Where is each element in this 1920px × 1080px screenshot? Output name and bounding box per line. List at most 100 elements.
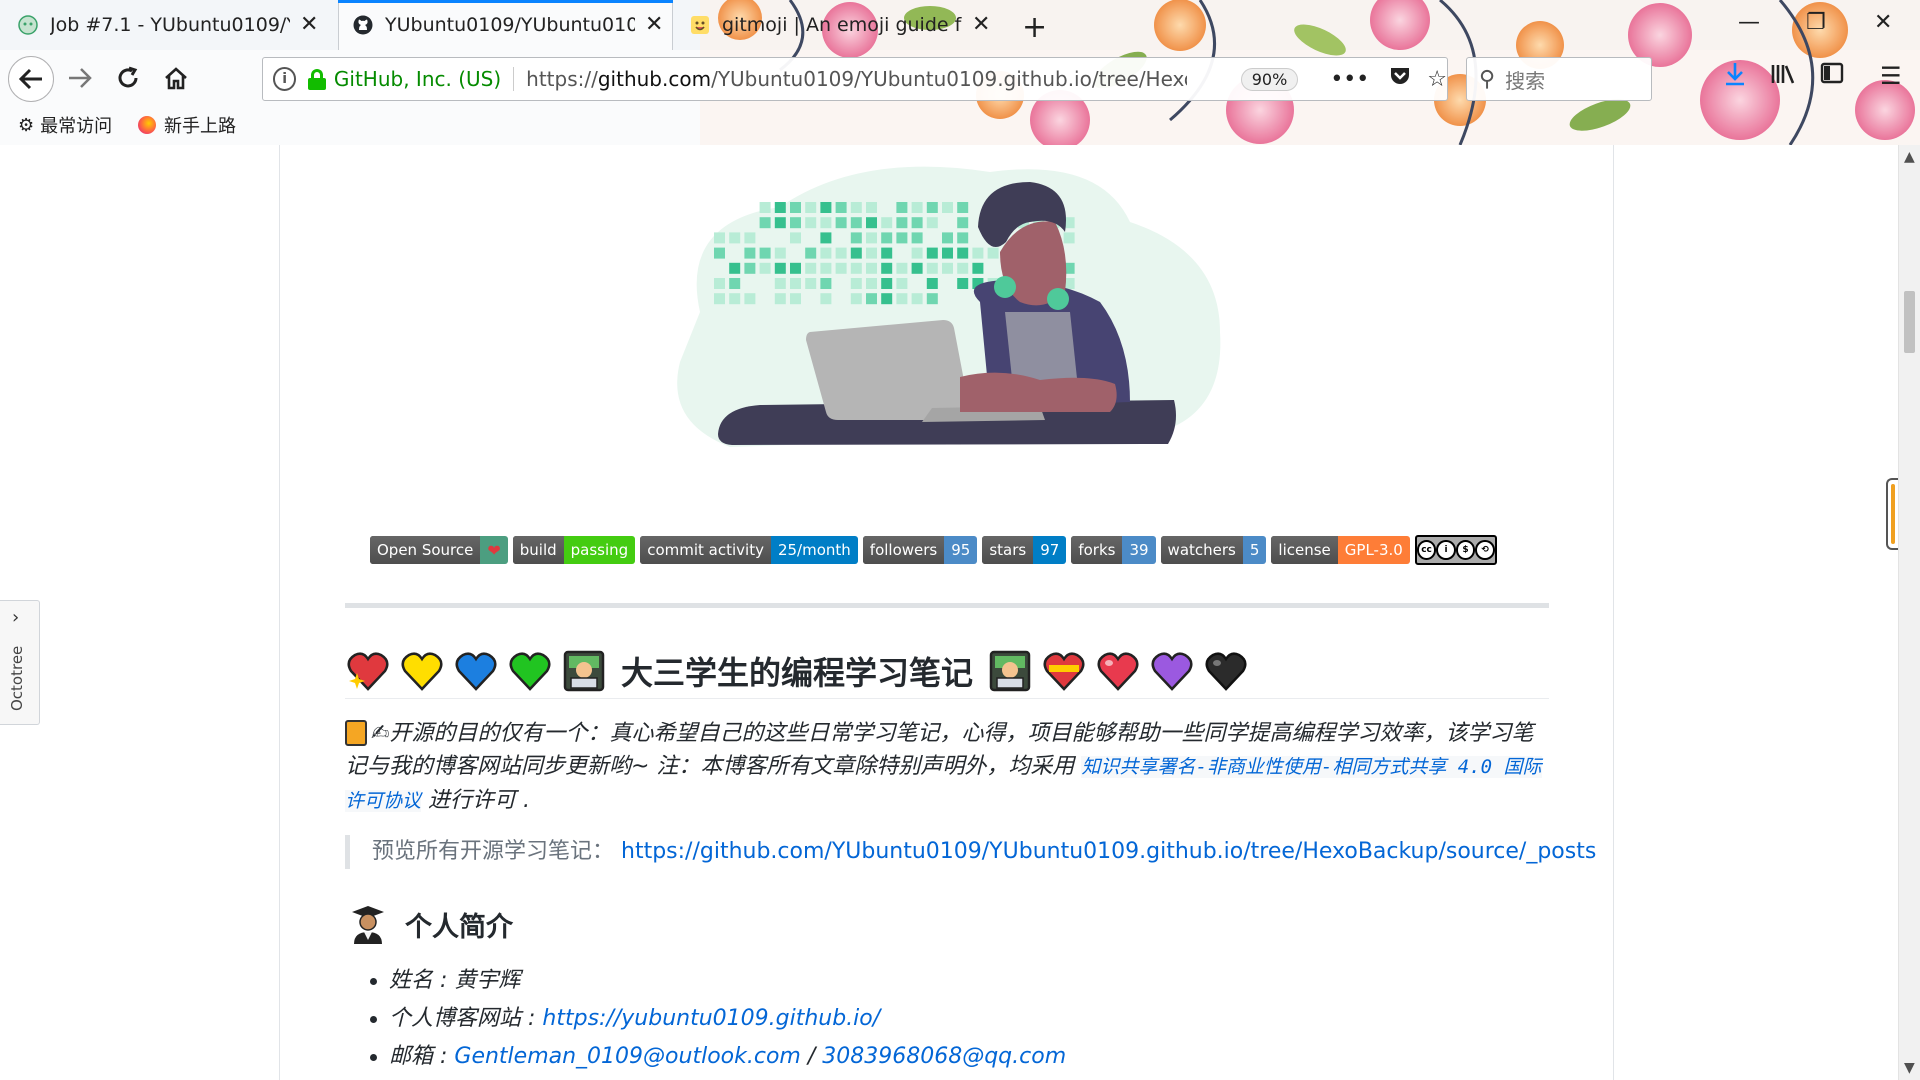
contribution-cell [835, 247, 847, 259]
contribution-cell [850, 202, 862, 213]
restore-window-icon[interactable]: ❐ [1806, 10, 1826, 35]
creative-commons-license-icon[interactable]: cc i $ ⟲ [1414, 535, 1497, 565]
forward-button[interactable] [62, 60, 98, 96]
site-info-icon[interactable]: i [273, 67, 297, 91]
badge-license[interactable]: license GPL-3.0 [1271, 536, 1410, 564]
contribution-cell [896, 232, 908, 244]
student-icon [345, 901, 391, 947]
profile-list: 姓名 : 黄宇辉 个人博客网站 : https://yubuntu0109.gi… [370, 962, 1066, 1076]
badge-value: ❤ [487, 540, 501, 560]
contribution-cell [790, 262, 801, 274]
programmer-illustration [677, 166, 1221, 447]
close-tab-icon[interactable]: ✕ [972, 14, 990, 36]
contribution-cell [774, 217, 786, 229]
downloads-icon[interactable] [1724, 62, 1746, 92]
contribution-cell [835, 262, 847, 274]
scroll-down-icon[interactable]: ▼ [1904, 1060, 1915, 1076]
octotree-label: Octotree [8, 645, 26, 711]
tab-github-repo[interactable]: YUbuntu0109/YUbuntu0109.github.io ✕ [338, 0, 673, 50]
contribution-cell [957, 217, 969, 229]
badge-label: license [1271, 536, 1338, 564]
contribution-cell [729, 293, 741, 305]
tab-title: gitmoji | An emoji guide for your commit… [722, 14, 962, 36]
contribution-cell [744, 293, 756, 305]
badge-value: 95 [944, 536, 978, 564]
badge-label: watchers [1160, 536, 1243, 564]
blog-link[interactable]: https://yubuntu0109.github.io/ [542, 1006, 880, 1031]
pocket-icon[interactable] [1389, 66, 1411, 92]
web-page: › Octotree Open Source ❤ build passing com… [0, 145, 1898, 1080]
contribution-cell [911, 247, 923, 259]
contribution-cell [805, 202, 817, 213]
tab-gitmoji[interactable]: gitmoji | An emoji guide for your commit… [690, 0, 1000, 50]
badge-open-source[interactable]: Open Source ❤ [370, 536, 508, 564]
minimize-window-icon[interactable]: — [1738, 10, 1760, 35]
library-icon[interactable] [1770, 62, 1796, 92]
notebook-icon [345, 720, 367, 746]
contribution-cell [850, 293, 862, 305]
contribution-cell [774, 262, 786, 274]
contribution-cell [850, 262, 862, 274]
contribution-cell [805, 247, 817, 259]
contribution-cell [774, 247, 786, 259]
contribution-cell [790, 278, 801, 289]
badge-commit-activity[interactable]: commit activity 25/month [640, 536, 858, 564]
scrollbar-thumb[interactable] [1904, 291, 1915, 353]
badge-forks[interactable]: forks 39 [1071, 536, 1156, 564]
menu-icon[interactable]: ☰ [1880, 62, 1902, 90]
contribution-cell [957, 262, 969, 274]
tab-travis-job[interactable]: Job #7.1 - YUbuntu0109/YUbuntu0109 ✕ [18, 0, 330, 50]
close-window-icon[interactable]: ✕ [1874, 10, 1892, 35]
list-item-email: 邮箱 : Gentleman_0109@outlook.com / 308396… [370, 1038, 1066, 1076]
lock-icon [308, 69, 327, 90]
firefox-icon [138, 116, 156, 134]
new-tab-button[interactable]: + [1022, 10, 1047, 45]
close-tab-icon[interactable]: ✕ [645, 14, 663, 36]
bookmark-most-visited[interactable]: ⚙ 最常访问 [18, 112, 112, 138]
contribution-cell [957, 278, 969, 289]
list-item-name: 姓名 : 黄宇辉 [370, 962, 1066, 1000]
contribution-cell [744, 232, 756, 244]
bookmark-getting-started[interactable]: 新手上路 [138, 112, 236, 138]
badge-build[interactable]: build passing [512, 536, 636, 564]
badge-stars[interactable]: stars 97 [982, 536, 1067, 564]
badge-followers[interactable]: followers 95 [862, 536, 978, 564]
contribution-cell [972, 262, 984, 274]
vertical-scrollbar[interactable]: ▲ ▼ [1898, 145, 1920, 1080]
email-link-qq[interactable]: 3083968068@qq.com [822, 1044, 1066, 1069]
scroll-up-icon[interactable]: ▲ [1904, 149, 1915, 165]
contribution-cell [850, 217, 862, 229]
address-bar[interactable]: i GitHub, Inc. (US) https://github.com/Y… [262, 57, 1448, 101]
contribution-cell [1063, 232, 1075, 244]
black-heart-icon [1203, 648, 1249, 694]
octotree-toggle[interactable]: › Octotree [0, 600, 40, 725]
page-edge-handle[interactable] [1886, 478, 1898, 550]
url-host: github.com [597, 67, 712, 91]
page-actions-icon[interactable]: ••• [1330, 67, 1369, 92]
contribution-cell [820, 262, 832, 274]
home-button[interactable] [158, 60, 194, 96]
back-button[interactable] [8, 56, 54, 102]
zoom-level-button[interactable]: 90% [1240, 67, 1299, 91]
sidebar-toggle-icon[interactable] [1820, 62, 1844, 90]
contribution-cell [911, 202, 923, 213]
email-link-outlook[interactable]: Gentleman_0109@outlook.com [454, 1044, 800, 1069]
posts-link[interactable]: https://github.com/YUbuntu0109/YUbuntu01… [621, 839, 1596, 864]
contribution-cell [866, 217, 877, 229]
contribution-cell [942, 247, 953, 259]
contribution-cell [790, 202, 801, 213]
contribution-cell [957, 247, 969, 259]
reload-button[interactable] [110, 60, 146, 96]
intro-text-end: 进行许可 . [421, 788, 530, 813]
url-text[interactable]: https://github.com/YUbuntu0109/YUbuntu01… [526, 67, 1187, 91]
contribution-cell [820, 217, 832, 229]
search-box[interactable]: ⚲ 搜索 [1466, 57, 1652, 101]
bookmark-star-icon[interactable]: ☆ [1427, 67, 1447, 92]
badge-watchers[interactable]: watchers 5 [1160, 536, 1267, 564]
name-value: 黄宇辉 [454, 968, 521, 993]
contribution-cell [911, 232, 923, 244]
contribution-cell [881, 217, 893, 229]
close-tab-icon[interactable]: ✕ [300, 14, 318, 36]
tab-title: Job #7.1 - YUbuntu0109/YUbuntu0109 [50, 14, 290, 36]
navigation-toolbar: i GitHub, Inc. (US) https://github.com/Y… [0, 50, 1920, 106]
